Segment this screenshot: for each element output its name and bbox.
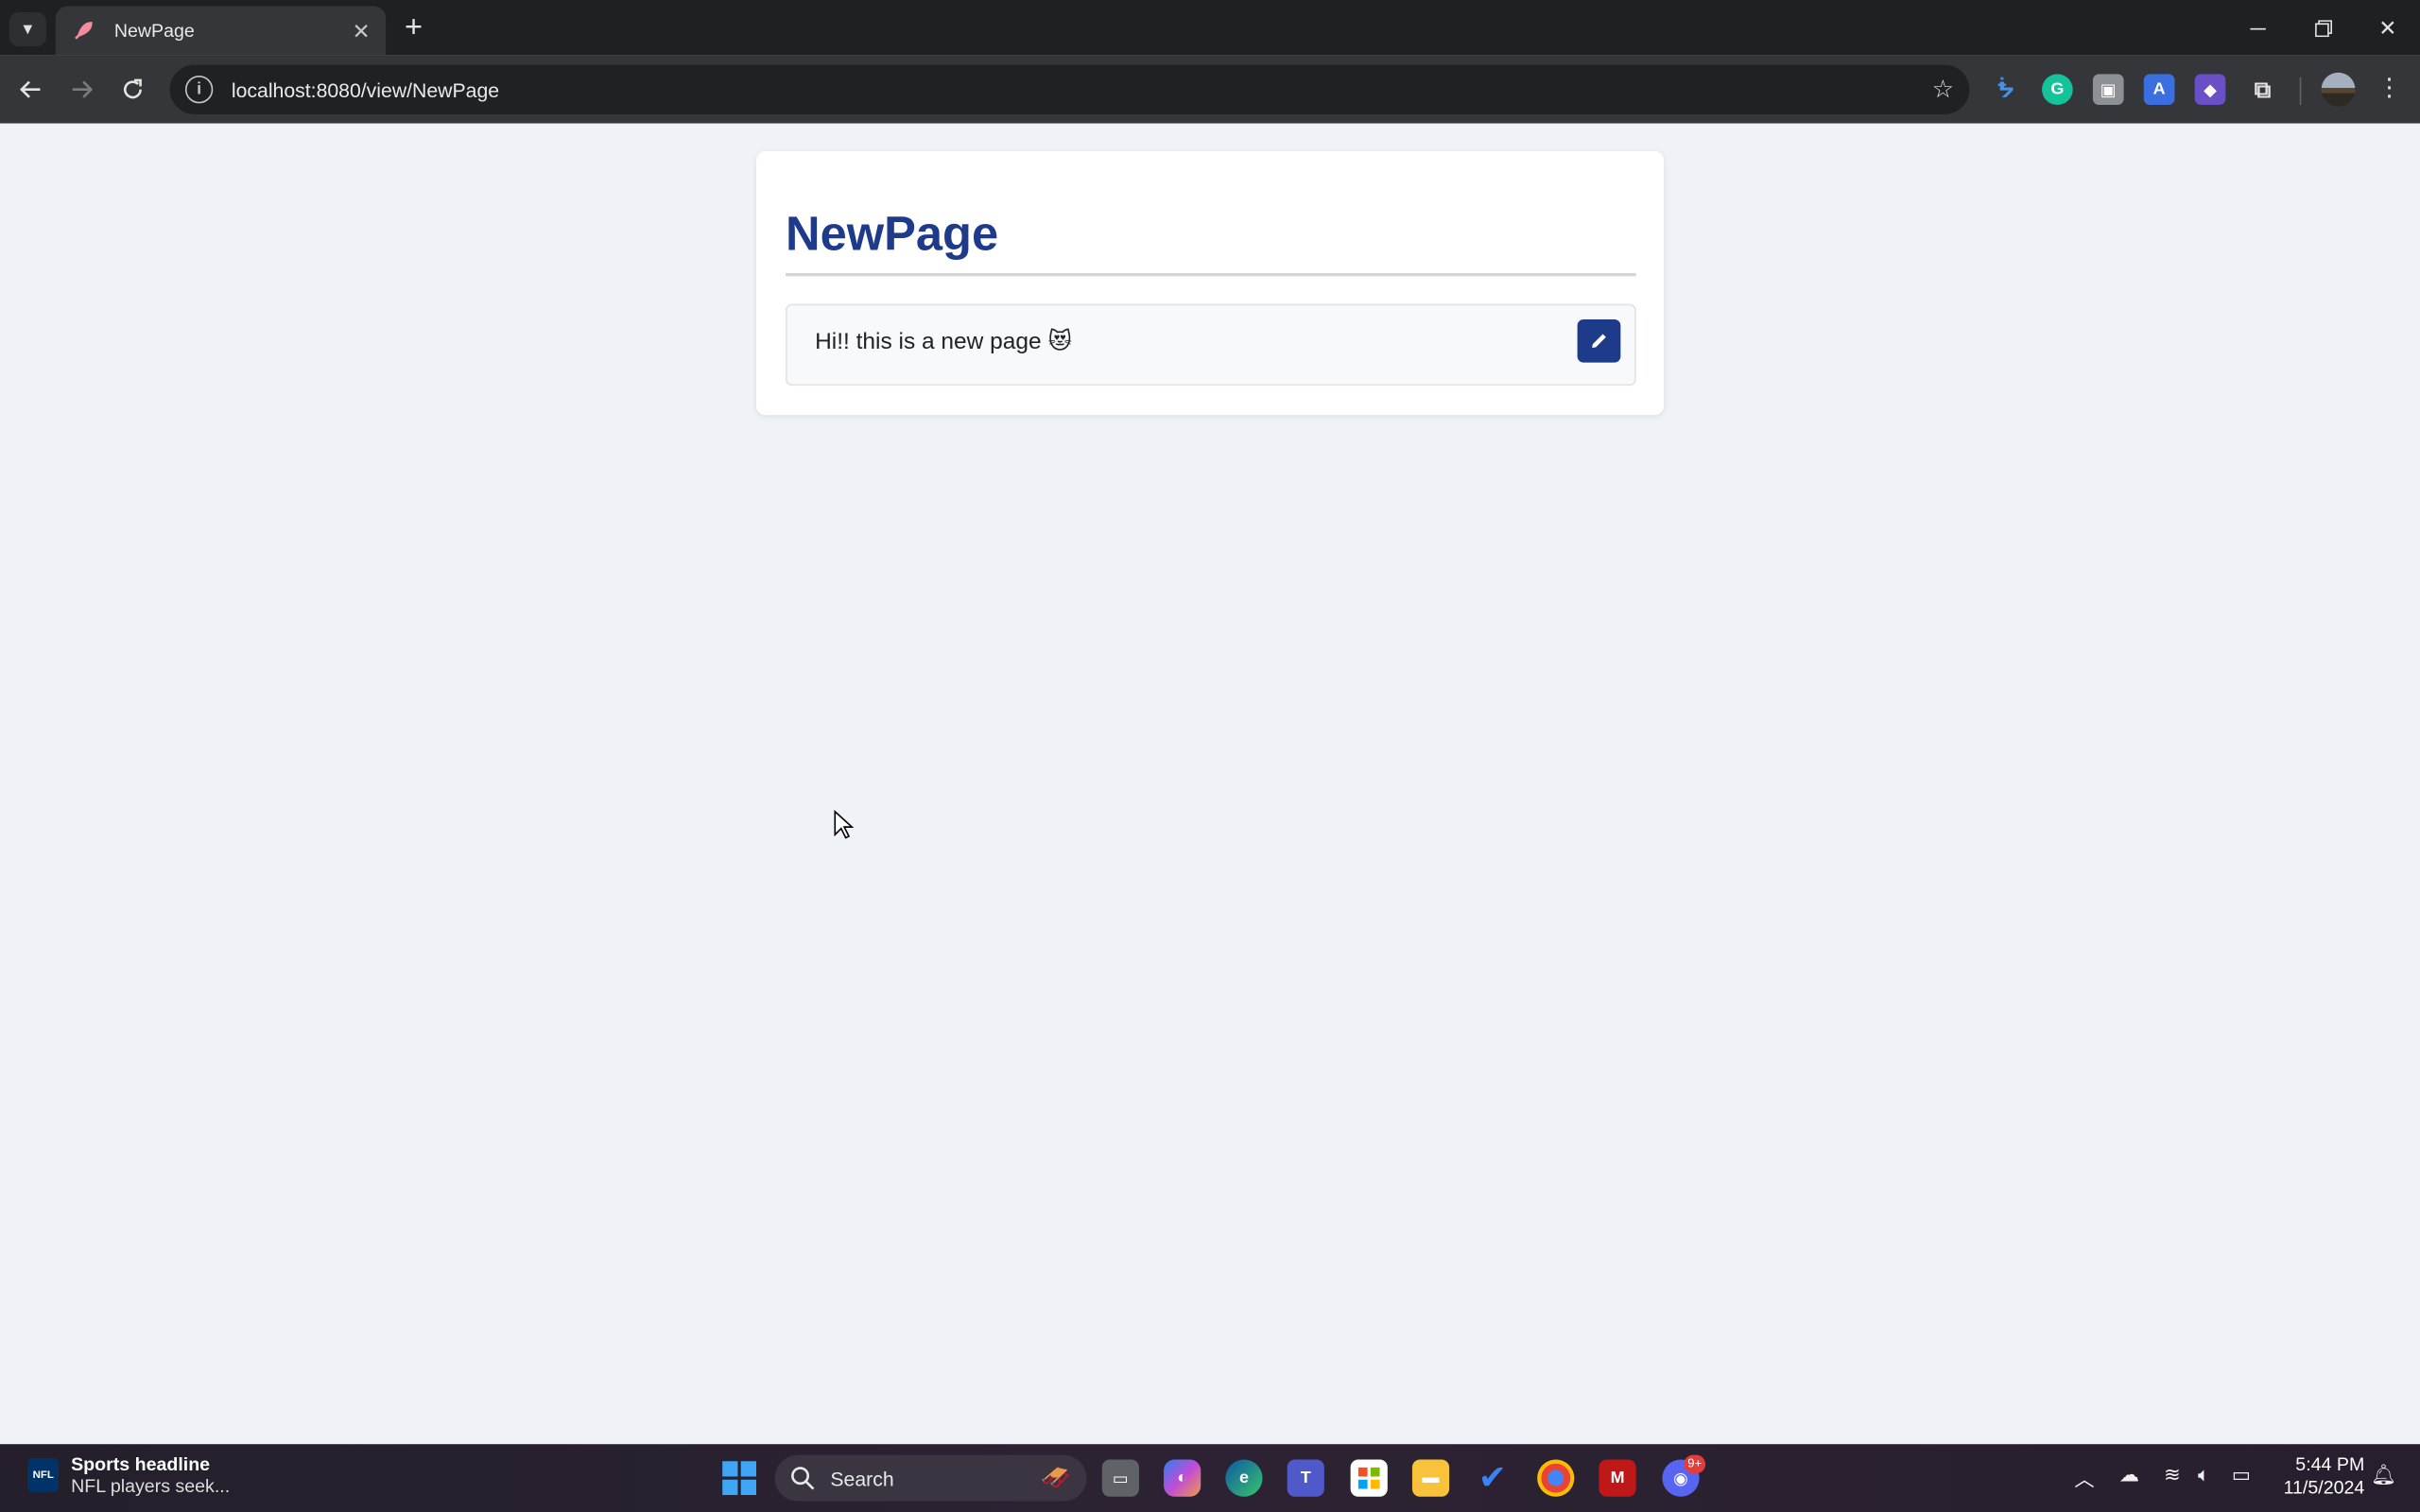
- restore-button[interactable]: [2290, 0, 2356, 56]
- clock-time: 5:44 PM: [2295, 1453, 2365, 1475]
- tab-newpage[interactable]: NewPage ✕: [55, 6, 387, 56]
- new-tab-button[interactable]: +: [395, 12, 432, 46]
- page-viewport: NewPage Hi!! this is a new page 😻: [0, 123, 2420, 1445]
- reload-icon: [123, 78, 142, 99]
- minimize-button[interactable]: ─: [2225, 0, 2290, 56]
- tab-strip: ▼ NewPage ✕ + ─ ✕: [0, 0, 2420, 56]
- show-hidden-icons-chevron-icon[interactable]: ︿: [2074, 1463, 2094, 1492]
- restore-icon: [2314, 19, 2332, 37]
- extension-game-icon[interactable]: ◆: [2194, 74, 2226, 106]
- tab-title: NewPage: [113, 20, 195, 43]
- extension-puzzle-image-icon[interactable]: ▣: [2092, 74, 2124, 106]
- battery-icon[interactable]: ▭: [2232, 1463, 2251, 1487]
- browser-menu-icon[interactable]: ⋮: [2374, 74, 2405, 105]
- task-view-icon[interactable]: ▭: [1101, 1459, 1139, 1497]
- edge-browser-icon[interactable]: e: [1225, 1459, 1263, 1497]
- forward-button[interactable]: [60, 68, 104, 112]
- page-title: NewPage: [786, 206, 999, 261]
- search-highlight-icon: 🛷: [1040, 1466, 1072, 1492]
- address-bar[interactable]: i localhost:8080/view/NewPage ☆: [169, 64, 1970, 114]
- arrow-right-icon: [72, 80, 94, 98]
- url-text[interactable]: localhost:8080/view/NewPage: [232, 77, 1932, 100]
- notification-bell-icon[interactable]: 🔔︎: [2371, 1463, 2396, 1487]
- rocket-favicon-icon: [71, 19, 95, 43]
- search-label: Search: [830, 1466, 894, 1490]
- file-explorer-icon[interactable]: ▬: [1411, 1459, 1450, 1497]
- nfl-logo-icon: NFL: [27, 1457, 60, 1492]
- mcafee-icon[interactable]: M: [1599, 1459, 1636, 1497]
- clock-date: 11/5/2024: [2283, 1476, 2365, 1499]
- mouse-cursor: [834, 810, 855, 839]
- toolbar-divider: [2299, 77, 2302, 106]
- tab-close-icon[interactable]: ✕: [349, 19, 373, 43]
- tab-search-button[interactable]: ▼: [9, 12, 46, 46]
- extensions-puzzle-icon[interactable]: ⧉: [2247, 74, 2278, 105]
- heart-eyes-cat-emoji: 😻: [1047, 328, 1073, 355]
- onedrive-cloud-icon[interactable]: ☁: [2119, 1463, 2139, 1487]
- system-clock[interactable]: 5:44 PM 11/5/2024: [2269, 1453, 2365, 1500]
- page-card: NewPage Hi!! this is a new page 😻: [756, 151, 1665, 416]
- start-button[interactable]: [722, 1461, 757, 1503]
- windows-logo-icon: [722, 1461, 757, 1496]
- microsoft-store-icon[interactable]: [1350, 1459, 1388, 1497]
- volume-icon[interactable]: 🔈︎: [2198, 1463, 2210, 1487]
- store-grid-icon: [1357, 1467, 1380, 1489]
- bookmark-star-icon[interactable]: ☆: [1932, 74, 1954, 105]
- extension-bird-icon[interactable]: ᖭ: [1991, 74, 2022, 105]
- teams-icon[interactable]: T: [1287, 1459, 1324, 1497]
- edit-button[interactable]: [1577, 318, 1621, 363]
- copilot-icon[interactable]: ◐: [1164, 1459, 1201, 1497]
- chevron-down-icon: ▼: [20, 21, 36, 39]
- page-content-box: Hi!! this is a new page 😻: [786, 303, 1636, 387]
- news-widget[interactable]: NFL Sports headline NFL players seek...: [27, 1453, 230, 1497]
- arrow-left-icon: [20, 80, 41, 98]
- browser-toolbar: i localhost:8080/view/NewPage ☆ ᖭ G ▣ A …: [0, 55, 2420, 124]
- todo-checkmark-icon[interactable]: ✔: [1474, 1458, 1511, 1497]
- site-info-icon[interactable]: i: [184, 76, 214, 104]
- page-content-text: Hi!! this is a new page: [815, 328, 1042, 355]
- windows-taskbar: NFL Sports headline NFL players seek...: [0, 1444, 2420, 1512]
- search-icon: [791, 1467, 815, 1490]
- widget-headline: Sports headline: [71, 1453, 211, 1475]
- wifi-icon[interactable]: ≋: [2164, 1463, 2181, 1487]
- translate-extension-icon[interactable]: A: [2143, 74, 2175, 106]
- chrome-icon[interactable]: [1537, 1459, 1575, 1497]
- reload-button[interactable]: [112, 68, 155, 112]
- grammarly-extension-icon[interactable]: G: [2042, 74, 2073, 106]
- page-content: Hi!! this is a new page 😻: [815, 327, 1073, 355]
- discord-notification-badge: 9+: [1684, 1454, 1706, 1474]
- back-button[interactable]: [9, 68, 53, 112]
- profile-avatar[interactable]: [2321, 72, 2356, 107]
- title-divider: [786, 272, 1636, 277]
- taskbar-search[interactable]: Search 🛷: [774, 1454, 1087, 1502]
- pencil-icon: [1592, 334, 1606, 349]
- widget-subtext: NFL players seek...: [71, 1474, 231, 1497]
- close-window-button[interactable]: ✕: [2356, 0, 2420, 56]
